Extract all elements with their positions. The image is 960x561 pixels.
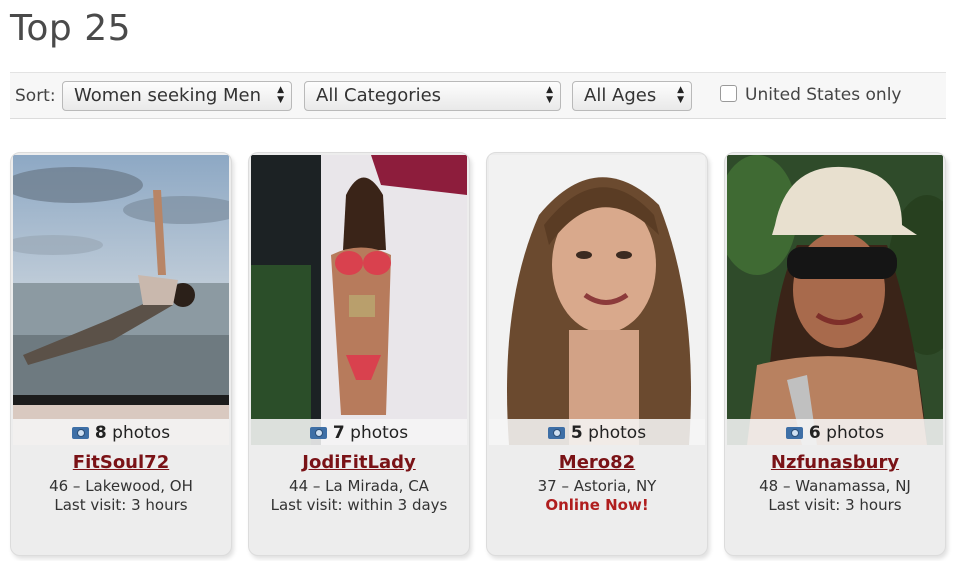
profile-card[interactable]: 8 photos FitSoul72 46 – Lakewood, OH Las…	[10, 152, 232, 556]
profile-card[interactable]: 5 photos Mero82 37 – Astoria, NY Online …	[486, 152, 708, 556]
last-visit: Last visit: 3 hours	[54, 496, 188, 514]
profile-info: Mero82 37 – Astoria, NY Online Now!	[487, 449, 707, 515]
profile-location: 48 – Wanamassa, NJ	[759, 477, 911, 495]
photo-count-label: photos	[112, 423, 171, 443]
camera-icon	[71, 427, 89, 439]
last-visit: Last visit: 3 hours	[768, 496, 902, 514]
photo-count[interactable]: 5 photos	[489, 419, 705, 445]
profile-location: 44 – La Mirada, CA	[289, 477, 429, 495]
profile-location: 46 – Lakewood, OH	[49, 477, 193, 495]
profile-card[interactable]: 6 photos Nzfunasbury 48 – Wanamassa, NJ …	[724, 152, 946, 556]
category-select[interactable]: All Categories ▲ ▼	[304, 81, 561, 111]
profile-photo[interactable]: 7 photos	[251, 155, 467, 445]
profile-photo[interactable]: 8 photos	[13, 155, 229, 445]
category-select-value: All Categories	[316, 85, 442, 106]
profile-info: JodiFitLady 44 – La Mirada, CA Last visi…	[249, 449, 469, 515]
us-only-toggle[interactable]: United States only	[720, 85, 901, 105]
profile-photo[interactable]: 5 photos	[489, 155, 705, 445]
seeking-select[interactable]: Women seeking Men ▲ ▼	[62, 81, 292, 111]
photo-count[interactable]: 6 photos	[727, 419, 943, 445]
camera-icon	[785, 427, 803, 439]
profile-card[interactable]: 7 photos JodiFitLady 44 – La Mirada, CA …	[248, 152, 470, 556]
username-link[interactable]: FitSoul72	[11, 452, 231, 473]
ages-select-value: All Ages	[584, 85, 657, 106]
camera-icon	[309, 427, 327, 439]
username-link[interactable]: JodiFitLady	[249, 452, 469, 473]
select-arrows-icon: ▲ ▼	[677, 85, 684, 105]
filter-bar: Sort: Women seeking Men ▲ ▼ All Categorie…	[10, 72, 946, 119]
camera-icon	[547, 427, 565, 439]
sort-label: Sort:	[15, 86, 56, 106]
ages-select[interactable]: All Ages ▲ ▼	[572, 81, 692, 111]
us-only-checkbox[interactable]	[720, 85, 737, 102]
last-visit: Last visit: within 3 days	[270, 496, 448, 514]
photo-count-label: photos	[350, 423, 409, 443]
username-link[interactable]: Nzfunasbury	[725, 452, 945, 473]
profile-photo[interactable]: 6 photos	[727, 155, 943, 445]
profile-info: FitSoul72 46 – Lakewood, OH Last visit: …	[11, 449, 231, 515]
online-status: Online Now!	[545, 496, 649, 514]
photo-count[interactable]: 8 photos	[13, 419, 229, 445]
username-link[interactable]: Mero82	[487, 452, 707, 473]
profile-info: Nzfunasbury 48 – Wanamassa, NJ Last visi…	[725, 449, 945, 515]
us-only-label: United States only	[745, 85, 902, 105]
select-arrows-icon: ▲ ▼	[546, 85, 553, 105]
select-arrows-icon: ▲ ▼	[277, 85, 284, 105]
photo-count-label: photos	[826, 423, 885, 443]
photo-count-label: photos	[588, 423, 647, 443]
photo-count[interactable]: 7 photos	[251, 419, 467, 445]
profile-location: 37 – Astoria, NY	[537, 477, 657, 495]
photo-count-number: 8	[94, 423, 107, 443]
seeking-select-value: Women seeking Men	[74, 85, 262, 106]
photo-count-number: 7	[332, 423, 345, 443]
page-title: Top 25	[10, 8, 132, 49]
photo-count-number: 5	[570, 423, 583, 443]
photo-count-number: 6	[808, 423, 821, 443]
